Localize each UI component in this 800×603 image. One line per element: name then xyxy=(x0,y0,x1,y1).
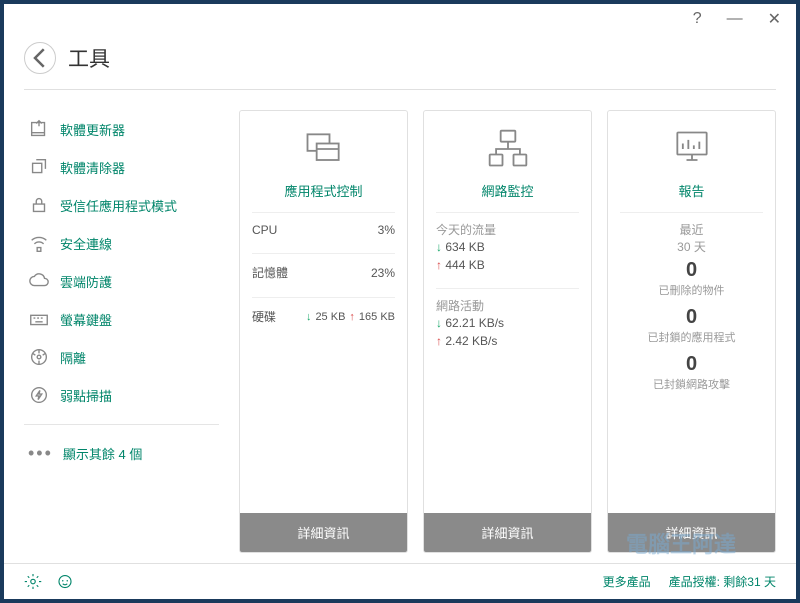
arrow-down-icon: ↓ xyxy=(436,240,442,254)
days-label: 30 天 xyxy=(620,238,763,255)
page-header: 工具 xyxy=(4,34,796,89)
details-button[interactable]: 詳細資訊 xyxy=(240,513,407,552)
blockednet-count: 0 xyxy=(620,353,763,376)
deleted-count: 0 xyxy=(620,259,763,282)
sidebar-item-label: 隔離 xyxy=(60,348,86,367)
today-up: 444 KB xyxy=(445,258,484,272)
update-icon xyxy=(28,118,50,140)
show-more-label: 顯示其餘 4 個 xyxy=(63,444,142,463)
sidebar-item-label: 雲端防護 xyxy=(60,272,112,291)
footer-left xyxy=(24,570,74,593)
activity-up: 2.42 KB/s xyxy=(445,334,497,348)
more-products-link[interactable]: 更多產品 xyxy=(603,573,651,590)
card-title: 應用程式控制 xyxy=(284,181,362,200)
page-title: 工具 xyxy=(68,43,110,73)
card-title: 網路監控 xyxy=(481,181,533,200)
wifi-lock-icon xyxy=(28,232,50,254)
recent-label: 最近 xyxy=(620,221,763,238)
card-report: 報告 最近 30 天 0 已刪除的物件 0 已封鎖的應用程式 0 已封鎖網路攻擊… xyxy=(607,110,776,553)
app-window: { "titlebar": { "help": "?", "min": "—",… xyxy=(0,0,800,603)
arrow-down-icon: ↓ xyxy=(306,311,312,323)
back-button[interactable] xyxy=(24,42,56,74)
today-down: 634 KB xyxy=(445,240,484,254)
cards-grid: 應用程式控制 CPU3% 記憶體23% 硬碟 ↓25 KB xyxy=(239,110,776,553)
lock-icon xyxy=(28,194,50,216)
sidebar-show-more[interactable]: ••• 顯示其餘 4 個 xyxy=(24,424,219,472)
dots-icon: ••• xyxy=(28,443,53,464)
arrow-up-icon: ↑ xyxy=(436,258,442,272)
license-status[interactable]: 產品授權: 剩餘31 天 xyxy=(669,573,776,590)
disk-values: ↓25 KB ↑ 165 KB xyxy=(306,311,395,323)
minimize-button[interactable]: — xyxy=(727,10,743,28)
keyboard-icon xyxy=(28,308,50,330)
sidebar-item-vuln[interactable]: 弱點掃描 xyxy=(24,376,219,414)
windows-icon xyxy=(302,127,346,171)
activity-label: 網路活動 xyxy=(436,297,579,314)
close-button[interactable]: ✕ xyxy=(768,9,781,29)
sidebar-item-keyboard[interactable]: 螢幕鍵盤 xyxy=(24,300,219,338)
card-network: 網路監控 今天的流量 ↓ 634 KB ↑ 444 KB 網路活動 ↓ 62.2… xyxy=(423,110,592,553)
card-head: 報告 xyxy=(608,111,775,212)
today-label: 今天的流量 xyxy=(436,221,579,238)
details-button[interactable]: 詳細資訊 xyxy=(424,513,591,552)
cleaner-icon xyxy=(28,156,50,178)
deleted-label: 已刪除的物件 xyxy=(620,282,763,298)
cpu-value: 3% xyxy=(378,223,395,237)
sidebar-item-cleaner[interactable]: 軟體清除器 xyxy=(24,148,219,186)
card-head: 網路監控 xyxy=(424,111,591,212)
cpu-label: CPU xyxy=(252,223,277,237)
biohazard-icon xyxy=(28,346,50,368)
disk-down: 25 KB xyxy=(315,311,345,323)
arrow-down-icon: ↓ xyxy=(436,316,442,330)
gear-icon[interactable] xyxy=(24,570,42,593)
card-body: 今天的流量 ↓ 634 KB ↑ 444 KB 網路活動 ↓ 62.21 KB/… xyxy=(424,212,591,513)
sidebar-item-label: 螢幕鍵盤 xyxy=(60,310,112,329)
cloud-icon xyxy=(28,270,50,292)
sidebar-item-label: 弱點掃描 xyxy=(60,386,112,405)
sidebar-item-label: 軟體清除器 xyxy=(60,158,125,177)
card-body: 最近 30 天 0 已刪除的物件 0 已封鎖的應用程式 0 已封鎖網路攻擊 xyxy=(608,212,775,513)
support-icon[interactable] xyxy=(56,570,74,593)
card-body: CPU 3% 記憶體 23% 硬碟 ↓25 KB ↑ 165 KB xyxy=(240,212,407,513)
sidebar-item-label: 安全連線 xyxy=(60,234,112,253)
card-title: 報告 xyxy=(678,181,704,200)
blockednet-label: 已封鎖網路攻擊 xyxy=(620,376,763,392)
arrow-left-icon xyxy=(25,43,55,73)
sidebar-item-trusted[interactable]: 受信任應用程式模式 xyxy=(24,186,219,224)
disk-up: 165 KB xyxy=(359,311,395,323)
blockedapp-count: 0 xyxy=(620,306,763,329)
report-icon xyxy=(670,127,714,171)
bolt-scan-icon xyxy=(28,384,50,406)
mem-value: 23% xyxy=(371,266,395,280)
help-button[interactable]: ? xyxy=(693,10,702,28)
sidebar-item-label: 軟體更新器 xyxy=(60,120,125,139)
sidebar-item-cloud[interactable]: 雲端防護 xyxy=(24,262,219,300)
footer: 更多產品 產品授權: 剩餘31 天 xyxy=(4,563,796,599)
disk-label: 硬碟 xyxy=(252,308,276,325)
footer-right: 更多產品 產品授權: 剩餘31 天 xyxy=(603,573,776,590)
sidebar-item-updater[interactable]: 軟體更新器 xyxy=(24,110,219,148)
sidebar: 軟體更新器 軟體清除器 受信任應用程式模式 安全連線 雲端防護 螢幕鍵盤 xyxy=(24,110,219,553)
arrow-up-icon: ↑ xyxy=(436,334,442,348)
content-area: 軟體更新器 軟體清除器 受信任應用程式模式 安全連線 雲端防護 螢幕鍵盤 xyxy=(4,90,796,563)
network-icon xyxy=(486,127,530,171)
card-head: 應用程式控制 xyxy=(240,111,407,212)
sidebar-item-secureconn[interactable]: 安全連線 xyxy=(24,224,219,262)
blockedapp-label: 已封鎖的應用程式 xyxy=(620,329,763,345)
details-button[interactable]: 詳細資訊 xyxy=(608,513,775,552)
arrow-up-icon: ↑ xyxy=(349,311,355,323)
card-app-control: 應用程式控制 CPU 3% 記憶體 23% 硬碟 ↓25 KB xyxy=(239,110,408,553)
sidebar-item-quarantine[interactable]: 隔離 xyxy=(24,338,219,376)
activity-down: 62.21 KB/s xyxy=(445,316,504,330)
titlebar: ? — ✕ xyxy=(4,4,796,34)
sidebar-item-label: 受信任應用程式模式 xyxy=(60,196,177,215)
mem-label: 記憶體 xyxy=(252,264,288,281)
